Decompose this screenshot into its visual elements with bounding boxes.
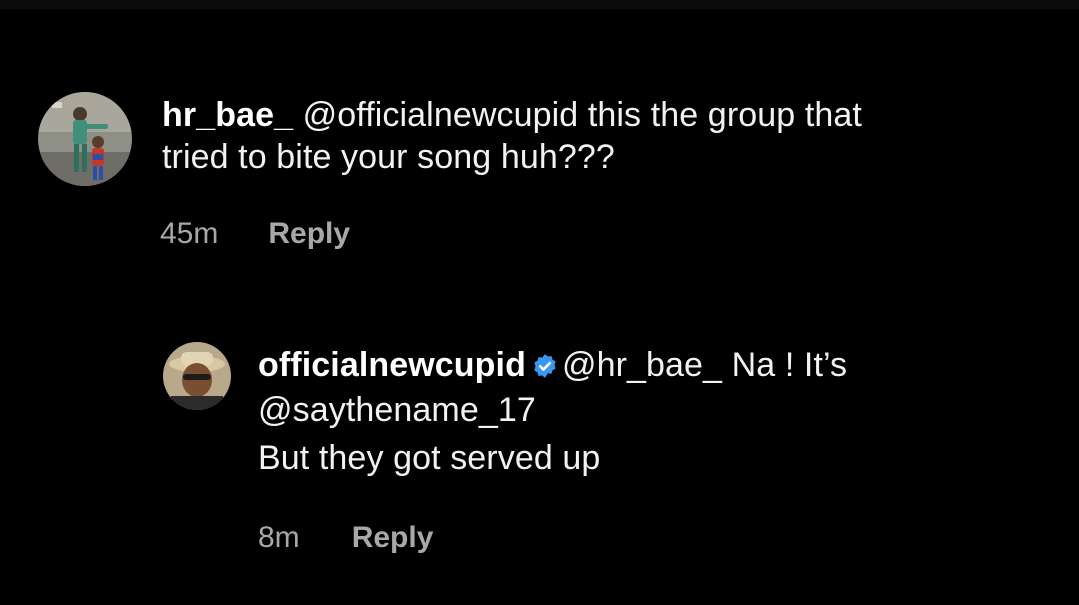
reply-meta: 8m Reply [258, 520, 433, 556]
reply-username[interactable]: officialnewcupid [258, 346, 526, 384]
reply-text-line-1: Na ! It’s [731, 346, 848, 384]
reply-mention-2[interactable]: @saythename_17 [258, 389, 847, 431]
avatar-image [38, 92, 132, 186]
comment-timestamp: 45m [160, 217, 219, 250]
comment-meta: 45m Reply [160, 216, 350, 252]
reply-button[interactable]: Reply [352, 521, 434, 554]
comment-text-line-1: this the group that [587, 96, 862, 134]
reply-mention[interactable]: @hr_bae_ [562, 346, 722, 384]
reply-text: officialnewcupid @hr_bae_ Na ! It’s @sayt… [258, 344, 847, 479]
avatar-image [163, 342, 231, 410]
avatar[interactable] [38, 92, 132, 186]
comment-line-1: hr_bae_ @officialnewcupid this the group… [162, 94, 862, 136]
top-strip [0, 0, 1079, 9]
verified-badge-icon [532, 347, 558, 389]
comment-mention[interactable]: @officialnewcupid [303, 96, 579, 134]
reply-text-line-3: But they got served up [258, 439, 601, 477]
comment-text-line-2: tried to bite your song huh??? [162, 138, 615, 176]
reply-button[interactable]: Reply [268, 217, 350, 250]
comment-username[interactable]: hr_bae_ [162, 96, 293, 134]
avatar[interactable] [163, 342, 231, 410]
comment-text: hr_bae_ @officialnewcupid this the group… [162, 94, 862, 178]
reply-line-1: officialnewcupid @hr_bae_ Na ! It’s [258, 344, 847, 389]
reply-timestamp: 8m [258, 521, 300, 554]
